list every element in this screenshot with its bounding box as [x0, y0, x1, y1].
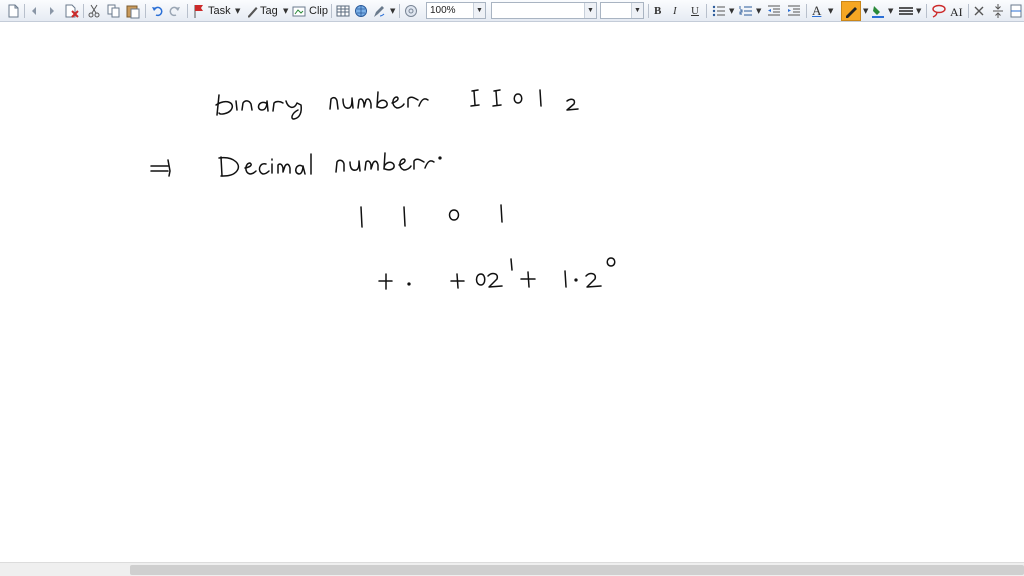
task-dropdown-arrow[interactable]: ▼	[235, 3, 240, 19]
font-color-button[interactable]: A	[812, 3, 821, 19]
zoom-value: 100%	[430, 5, 456, 16]
bullet-list-dropdown-arrow[interactable]: ▼	[729, 3, 734, 19]
pen-tool-icon[interactable]	[372, 3, 386, 19]
zoom-select[interactable]: 100% ▼	[426, 2, 486, 19]
insert-space-icon[interactable]	[992, 3, 1004, 19]
table-icon[interactable]	[336, 3, 350, 19]
clip-button[interactable]: Clip	[309, 3, 328, 19]
handwriting-ink	[150, 89, 616, 290]
tag-pencil-icon[interactable]	[246, 3, 258, 19]
clip-icon[interactable]	[292, 3, 308, 19]
font-name-dropdown-arrow[interactable]: ▼	[584, 3, 596, 18]
font-color-dropdown-arrow[interactable]: ▼	[828, 3, 833, 19]
svg-text:AI: AI	[950, 5, 963, 19]
forward-arrow-icon[interactable]	[47, 3, 57, 19]
bullet-list-icon[interactable]	[712, 3, 726, 19]
text-size-icon[interactable]: AI	[950, 3, 966, 19]
back-arrow-icon[interactable]	[29, 3, 39, 19]
new-page-icon[interactable]	[6, 3, 20, 19]
zoom-dropdown-arrow[interactable]: ▼	[473, 3, 485, 18]
pen-dropdown-arrow[interactable]: ▼	[390, 3, 395, 19]
ink-arrow	[150, 159, 171, 177]
note-canvas[interactable]	[0, 22, 1024, 562]
zoom-icon[interactable]	[404, 3, 418, 19]
italic-button[interactable]: I	[673, 3, 677, 19]
font-name-select[interactable]: ▼	[491, 2, 597, 19]
paste-icon[interactable]	[126, 3, 140, 19]
bold-button[interactable]: B	[654, 3, 661, 19]
task-flag-icon[interactable]	[193, 3, 205, 19]
horizontal-scrollbar[interactable]	[0, 562, 1024, 576]
scrollbar-thumb[interactable]	[130, 565, 1024, 575]
task-button[interactable]: Task	[208, 3, 231, 19]
redo-icon[interactable]	[169, 3, 181, 19]
toolbar: Task ▼ Tag ▼ Clip ▼ 100% ▼ ▼ ▼ B I U ▼ ▼…	[0, 0, 1024, 22]
lasso-icon[interactable]	[931, 3, 947, 19]
paint-bucket-icon[interactable]	[871, 3, 885, 19]
close-icon[interactable]	[973, 3, 985, 19]
ink-binary-number	[215, 91, 429, 120]
highlighter-icon[interactable]	[841, 1, 861, 21]
globe-link-icon[interactable]	[354, 3, 368, 19]
line-style-icon[interactable]	[898, 3, 914, 19]
tag-button[interactable]: Tag	[260, 3, 278, 19]
increase-indent-icon[interactable]	[787, 3, 801, 19]
tag-dropdown-arrow[interactable]: ▼	[283, 3, 288, 19]
font-size-dropdown-arrow[interactable]: ▼	[631, 3, 643, 18]
split-view-icon[interactable]	[1010, 3, 1022, 19]
ink-expansion	[378, 257, 616, 290]
delete-page-icon[interactable]	[64, 3, 80, 19]
decrease-indent-icon[interactable]	[767, 3, 781, 19]
line-style-dropdown-arrow[interactable]: ▼	[916, 3, 921, 19]
ink-decimal-number	[218, 152, 442, 177]
ink-binary-digits	[470, 89, 579, 111]
highlighter-dropdown-arrow[interactable]: ▼	[863, 3, 868, 19]
numbered-list-dropdown-arrow[interactable]: ▼	[756, 3, 761, 19]
paint-bucket-dropdown-arrow[interactable]: ▼	[888, 3, 893, 19]
copy-icon[interactable]	[107, 3, 121, 19]
undo-icon[interactable]	[151, 3, 163, 19]
underline-button[interactable]: U	[691, 3, 699, 19]
cut-icon[interactable]	[88, 3, 100, 19]
font-size-select[interactable]: ▼	[600, 2, 644, 19]
numbered-list-icon[interactable]	[739, 3, 753, 19]
ink-digits-row	[360, 204, 503, 228]
